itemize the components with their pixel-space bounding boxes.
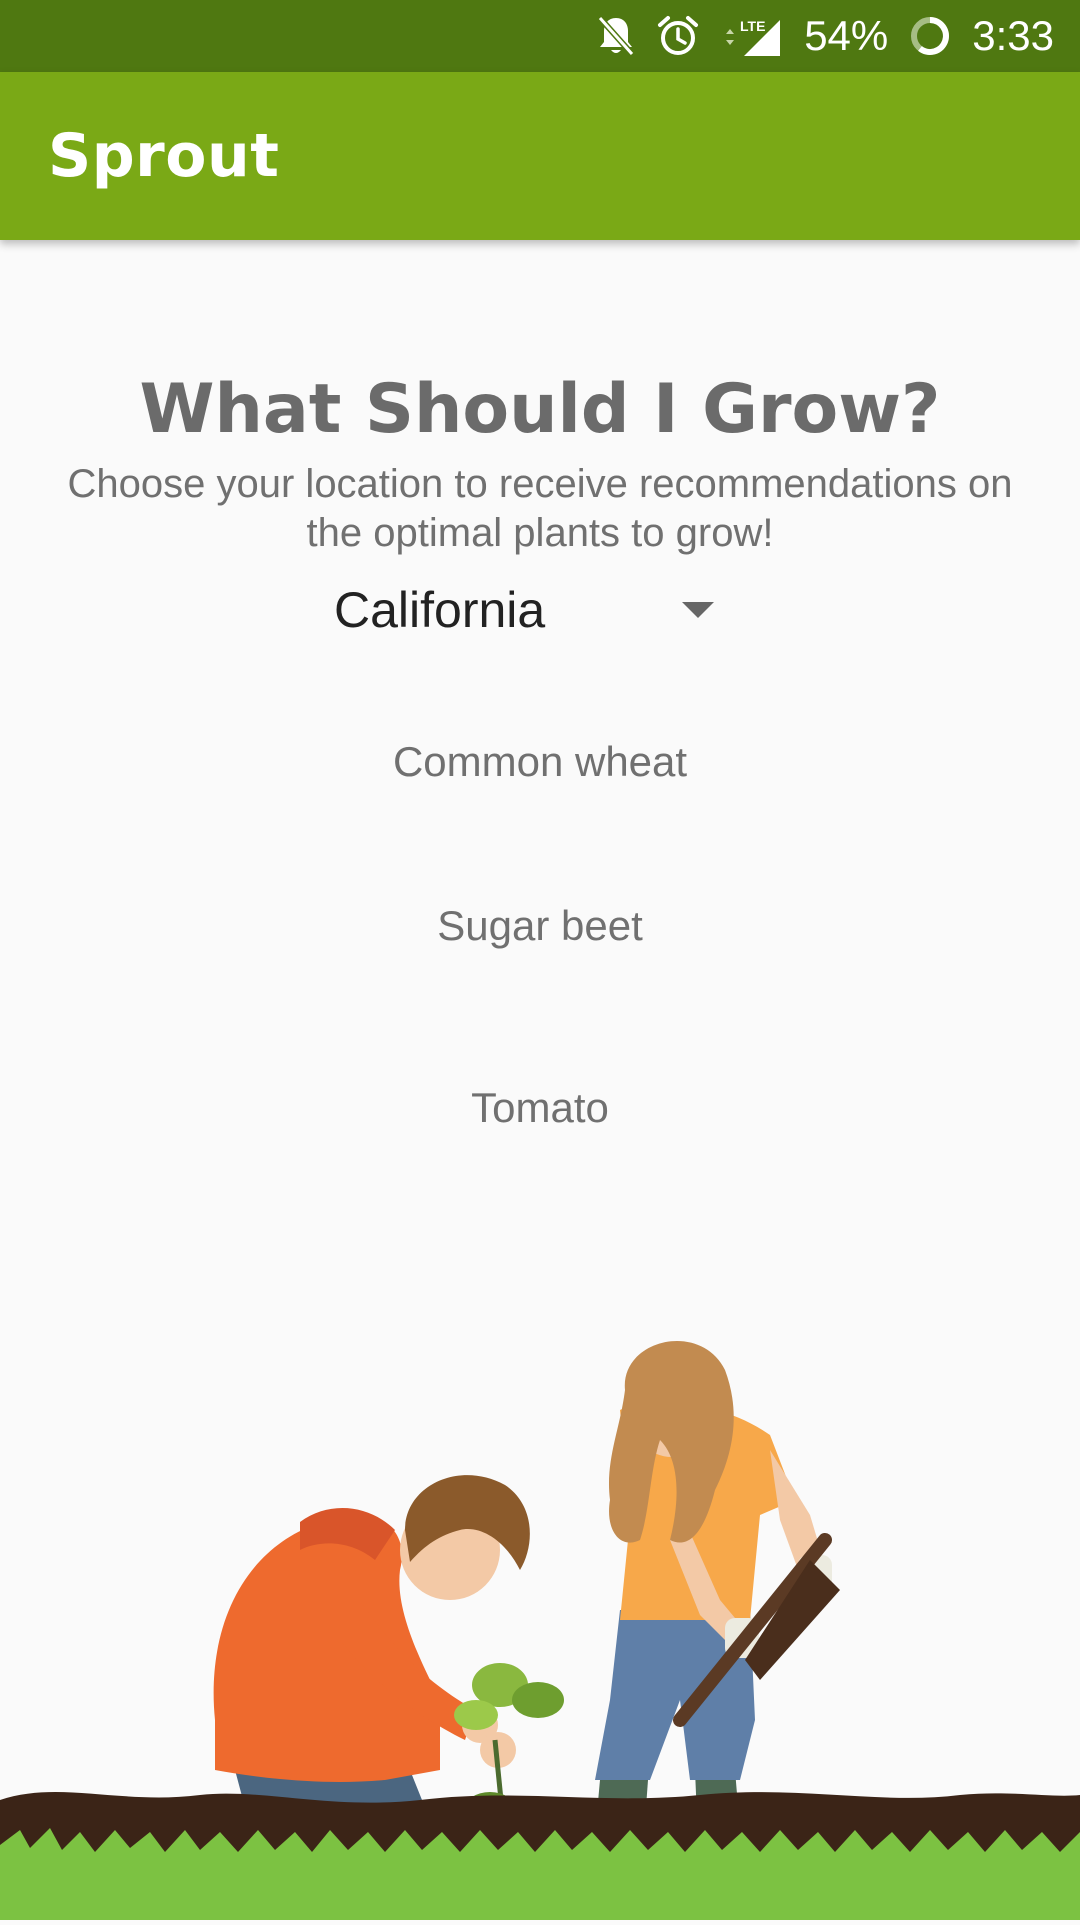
recommendation-item[interactable]: Tomato — [0, 1084, 1080, 1132]
app-title: Sprout — [48, 121, 280, 191]
gardening-illustration — [0, 1300, 1080, 1920]
battery-percent: 54% — [804, 12, 889, 59]
recommendation-item[interactable]: Common wheat — [0, 738, 1080, 786]
status-bar: LTE 54% 3:33 — [0, 0, 1080, 72]
clock: 3:33 — [972, 12, 1054, 59]
recommendation-item[interactable]: Sugar beet — [0, 902, 1080, 950]
dropdown-arrow-icon — [682, 602, 714, 618]
signal-icon: LTE — [720, 14, 784, 58]
app-bar: Sprout — [0, 72, 1080, 240]
location-dropdown[interactable]: California — [320, 570, 720, 650]
page-subtitle: Choose your location to receive recommen… — [67, 462, 1013, 555]
network-type-label: LTE — [740, 18, 765, 34]
battery-icon — [908, 14, 952, 58]
notifications-off-icon — [596, 14, 636, 58]
location-selected-value: California — [334, 582, 546, 638]
alarm-icon — [656, 14, 700, 58]
page-title: What Should I Grow? — [139, 370, 941, 449]
